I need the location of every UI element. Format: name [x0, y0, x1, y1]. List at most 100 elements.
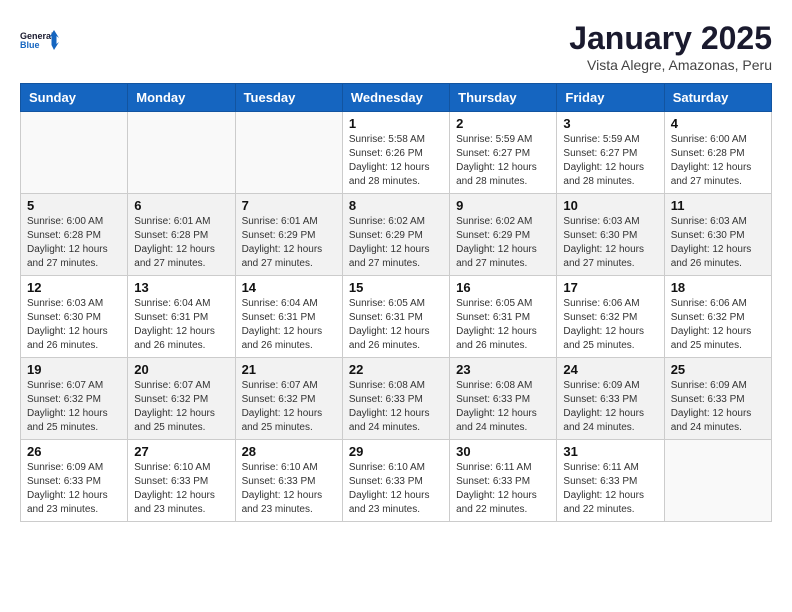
- day-number: 16: [456, 280, 550, 295]
- calendar-day-cell: [128, 112, 235, 194]
- calendar-day-cell: 16 Sunrise: 6:05 AM Sunset: 6:31 PM Dayli…: [450, 276, 557, 358]
- calendar-day-cell: 22 Sunrise: 6:08 AM Sunset: 6:33 PM Dayli…: [342, 358, 449, 440]
- calendar-day-cell: 1Sunrise: 5:58 AM Sunset: 6:26 PM Daylig…: [342, 112, 449, 194]
- day-info: Sunrise: 6:07 AM Sunset: 6:32 PM Dayligh…: [27, 379, 121, 435]
- day-number: 18: [671, 280, 765, 295]
- day-number: 4: [671, 116, 765, 131]
- calendar-day-cell: 8 Sunrise: 6:02 AM Sunset: 6:29 PM Daylig…: [342, 194, 449, 276]
- calendar-week-row: 5 Sunrise: 6:00 AM Sunset: 6:28 PM Daylig…: [21, 194, 772, 276]
- calendar-day-cell: 7Sunrise: 6:01 AM Sunset: 6:29 PM Daylig…: [235, 194, 342, 276]
- calendar-day-cell: 6 Sunrise: 6:01 AM Sunset: 6:28 PM Daylig…: [128, 194, 235, 276]
- day-info: Sunrise: 6:01 AM Sunset: 6:28 PM Dayligh…: [134, 215, 228, 271]
- day-number: 5: [27, 198, 121, 213]
- day-number: 31: [563, 444, 657, 459]
- calendar-day-cell: 23Sunrise: 6:08 AM Sunset: 6:33 PM Dayli…: [450, 358, 557, 440]
- day-info: Sunrise: 6:11 AM Sunset: 6:33 PM Dayligh…: [456, 461, 550, 517]
- calendar-week-row: 1Sunrise: 5:58 AM Sunset: 6:26 PM Daylig…: [21, 112, 772, 194]
- day-number: 11: [671, 198, 765, 213]
- day-number: 25: [671, 362, 765, 377]
- day-number: 27: [134, 444, 228, 459]
- day-number: 24: [563, 362, 657, 377]
- calendar-week-row: 19Sunrise: 6:07 AM Sunset: 6:32 PM Dayli…: [21, 358, 772, 440]
- calendar-week-row: 26 Sunrise: 6:09 AM Sunset: 6:33 PM Dayli…: [21, 440, 772, 522]
- calendar-day-cell: 11 Sunrise: 6:03 AM Sunset: 6:30 PM Dayli…: [664, 194, 771, 276]
- day-info: Sunrise: 6:02 AM Sunset: 6:29 PM Dayligh…: [456, 215, 550, 271]
- day-info: Sunrise: 6:05 AM Sunset: 6:31 PM Dayligh…: [456, 297, 550, 353]
- calendar-day-cell: 4Sunrise: 6:00 AM Sunset: 6:28 PM Daylig…: [664, 112, 771, 194]
- day-info: Sunrise: 6:05 AM Sunset: 6:31 PM Dayligh…: [349, 297, 443, 353]
- day-number: 13: [134, 280, 228, 295]
- calendar-day-cell: 2 Sunrise: 5:59 AM Sunset: 6:27 PM Daylig…: [450, 112, 557, 194]
- day-info: Sunrise: 6:10 AM Sunset: 6:33 PM Dayligh…: [242, 461, 336, 517]
- calendar-day-cell: 24 Sunrise: 6:09 AM Sunset: 6:33 PM Dayli…: [557, 358, 664, 440]
- calendar-week-row: 12Sunrise: 6:03 AM Sunset: 6:30 PM Dayli…: [21, 276, 772, 358]
- day-info: Sunrise: 5:59 AM Sunset: 6:27 PM Dayligh…: [456, 133, 550, 189]
- calendar-table: SundayMondayTuesdayWednesdayThursdayFrid…: [20, 83, 772, 522]
- day-info: Sunrise: 6:03 AM Sunset: 6:30 PM Dayligh…: [27, 297, 121, 353]
- day-number: 10: [563, 198, 657, 213]
- calendar-day-cell: 27 Sunrise: 6:10 AM Sunset: 6:33 PM Dayli…: [128, 440, 235, 522]
- title-section: January 2025 Vista Alegre, Amazonas, Per…: [569, 20, 772, 73]
- svg-text:Blue: Blue: [20, 40, 40, 50]
- day-number: 3: [563, 116, 657, 131]
- day-number: 2: [456, 116, 550, 131]
- logo-icon: General Blue: [20, 20, 60, 60]
- day-info: Sunrise: 6:10 AM Sunset: 6:33 PM Dayligh…: [349, 461, 443, 517]
- day-number: 26: [27, 444, 121, 459]
- day-number: 22: [349, 362, 443, 377]
- calendar-day-cell: 15Sunrise: 6:05 AM Sunset: 6:31 PM Dayli…: [342, 276, 449, 358]
- day-info: Sunrise: 6:06 AM Sunset: 6:32 PM Dayligh…: [563, 297, 657, 353]
- day-info: Sunrise: 6:09 AM Sunset: 6:33 PM Dayligh…: [671, 379, 765, 435]
- day-number: 30: [456, 444, 550, 459]
- calendar-day-header: Wednesday: [342, 84, 449, 112]
- day-number: 28: [242, 444, 336, 459]
- day-number: 21: [242, 362, 336, 377]
- calendar-day-header: Thursday: [450, 84, 557, 112]
- svg-text:General: General: [20, 31, 54, 41]
- calendar-day-cell: 25 Sunrise: 6:09 AM Sunset: 6:33 PM Dayli…: [664, 358, 771, 440]
- day-info: Sunrise: 6:02 AM Sunset: 6:29 PM Dayligh…: [349, 215, 443, 271]
- calendar-day-cell: 10 Sunrise: 6:03 AM Sunset: 6:30 PM Dayli…: [557, 194, 664, 276]
- calendar-day-header: Monday: [128, 84, 235, 112]
- calendar-day-cell: 9 Sunrise: 6:02 AM Sunset: 6:29 PM Daylig…: [450, 194, 557, 276]
- day-number: 14: [242, 280, 336, 295]
- day-info: Sunrise: 6:08 AM Sunset: 6:33 PM Dayligh…: [349, 379, 443, 435]
- day-info: Sunrise: 6:03 AM Sunset: 6:30 PM Dayligh…: [671, 215, 765, 271]
- calendar-day-header: Tuesday: [235, 84, 342, 112]
- day-info: Sunrise: 6:10 AM Sunset: 6:33 PM Dayligh…: [134, 461, 228, 517]
- day-number: 8: [349, 198, 443, 213]
- day-info: Sunrise: 6:09 AM Sunset: 6:33 PM Dayligh…: [563, 379, 657, 435]
- day-number: 20: [134, 362, 228, 377]
- day-info: Sunrise: 6:04 AM Sunset: 6:31 PM Dayligh…: [134, 297, 228, 353]
- day-info: Sunrise: 6:03 AM Sunset: 6:30 PM Dayligh…: [563, 215, 657, 271]
- day-info: Sunrise: 6:07 AM Sunset: 6:32 PM Dayligh…: [242, 379, 336, 435]
- day-number: 29: [349, 444, 443, 459]
- calendar-day-header: Sunday: [21, 84, 128, 112]
- calendar-day-cell: 13 Sunrise: 6:04 AM Sunset: 6:31 PM Dayli…: [128, 276, 235, 358]
- day-info: Sunrise: 5:59 AM Sunset: 6:27 PM Dayligh…: [563, 133, 657, 189]
- calendar-day-cell: 28 Sunrise: 6:10 AM Sunset: 6:33 PM Dayli…: [235, 440, 342, 522]
- calendar-day-header: Friday: [557, 84, 664, 112]
- calendar-day-cell: 12Sunrise: 6:03 AM Sunset: 6:30 PM Dayli…: [21, 276, 128, 358]
- calendar-day-cell: 18Sunrise: 6:06 AM Sunset: 6:32 PM Dayli…: [664, 276, 771, 358]
- calendar-day-cell: [21, 112, 128, 194]
- day-number: 9: [456, 198, 550, 213]
- month-title: January 2025: [569, 20, 772, 57]
- day-info: Sunrise: 6:04 AM Sunset: 6:31 PM Dayligh…: [242, 297, 336, 353]
- calendar-day-cell: 29 Sunrise: 6:10 AM Sunset: 6:33 PM Dayli…: [342, 440, 449, 522]
- day-number: 23: [456, 362, 550, 377]
- day-info: Sunrise: 6:00 AM Sunset: 6:28 PM Dayligh…: [27, 215, 121, 271]
- day-number: 17: [563, 280, 657, 295]
- logo: General Blue: [20, 20, 60, 60]
- day-info: Sunrise: 6:09 AM Sunset: 6:33 PM Dayligh…: [27, 461, 121, 517]
- day-number: 6: [134, 198, 228, 213]
- day-info: Sunrise: 6:11 AM Sunset: 6:33 PM Dayligh…: [563, 461, 657, 517]
- calendar-day-header: Saturday: [664, 84, 771, 112]
- calendar-day-cell: [235, 112, 342, 194]
- calendar-day-cell: 31 Sunrise: 6:11 AM Sunset: 6:33 PM Dayli…: [557, 440, 664, 522]
- calendar-day-cell: [664, 440, 771, 522]
- calendar-day-cell: 20Sunrise: 6:07 AM Sunset: 6:32 PM Dayli…: [128, 358, 235, 440]
- calendar-header-row: SundayMondayTuesdayWednesdayThursdayFrid…: [21, 84, 772, 112]
- calendar-day-cell: 17 Sunrise: 6:06 AM Sunset: 6:32 PM Dayli…: [557, 276, 664, 358]
- day-info: Sunrise: 5:58 AM Sunset: 6:26 PM Dayligh…: [349, 133, 443, 189]
